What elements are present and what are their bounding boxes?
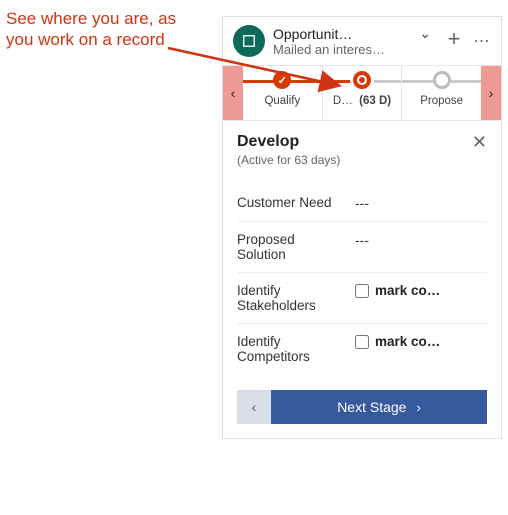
chevron-left-icon: ‹ [252,399,257,415]
stage-label: Propose [416,95,467,107]
field-label: Identify Competitors [237,334,347,364]
stage-node-current [353,71,371,89]
checkbox-input[interactable] [355,284,369,298]
field-value[interactable]: --- [355,232,487,248]
process-scroll-right[interactable]: › [481,66,501,120]
flyout-subtitle: (Active for 63 days) [237,153,340,167]
add-button[interactable]: + [443,30,465,52]
checkbox-input[interactable] [355,335,369,349]
close-icon[interactable]: ✕ [472,133,487,151]
stage-node-done [273,71,291,89]
more-button[interactable]: ⋯ [471,30,493,52]
stage-propose[interactable]: Propose [402,66,481,120]
checkbox-mark-complete[interactable]: mark co… [355,283,487,298]
process-bar: ‹ Qualify D… (63 D) Pro [223,65,501,120]
field-identify-competitors: Identify Competitors mark co… [237,324,487,374]
flyout-title: Develop [237,133,340,151]
field-value[interactable]: --- [355,195,487,211]
callout-annotation: See where you are, as you work on a reco… [6,8,206,51]
stage-develop[interactable]: D… (63 D) [323,66,403,120]
more-icon: ⋯ [474,31,491,51]
stage-node-future [433,71,451,89]
checkbox-mark-complete[interactable]: mark co… [355,334,487,349]
previous-stage-button[interactable]: ‹ [237,390,271,424]
field-label: Identify Stakeholders [237,283,347,313]
field-label: Proposed Solution [237,232,347,262]
chevron-down-icon[interactable]: ⌄ [419,25,431,42]
plus-icon: + [448,28,461,50]
stage-label: Qualify [260,95,304,107]
next-stage-label: Next Stage [337,399,406,415]
next-stage-button[interactable]: Next Stage › [271,390,487,424]
field-identify-stakeholders: Identify Stakeholders mark co… [237,273,487,324]
field-customer-need: Customer Need --- [237,185,487,222]
entity-icon [233,25,265,57]
field-label: Customer Need [237,195,347,210]
checkbox-label: mark co… [375,334,440,349]
record-subtitle: Mailed an interes… [273,42,431,57]
checkbox-label: mark co… [375,283,440,298]
chevron-right-icon: › [416,400,420,415]
record-card: Opportunit… ⌄ Mailed an interes… + ⋯ ‹ Q… [222,16,502,439]
stage-label: D… (63 D) [329,95,395,107]
stage-flyout: Develop (Active for 63 days) ✕ Customer … [223,120,501,438]
record-header: Opportunit… ⌄ Mailed an interes… + ⋯ [223,17,501,65]
flyout-fields: Customer Need --- Proposed Solution --- … [237,185,487,374]
field-proposed-solution: Proposed Solution --- [237,222,487,273]
process-scroll-left[interactable]: ‹ [223,66,243,120]
stage-qualify[interactable]: Qualify [243,66,323,120]
record-title[interactable]: Opportunit… [273,26,413,42]
